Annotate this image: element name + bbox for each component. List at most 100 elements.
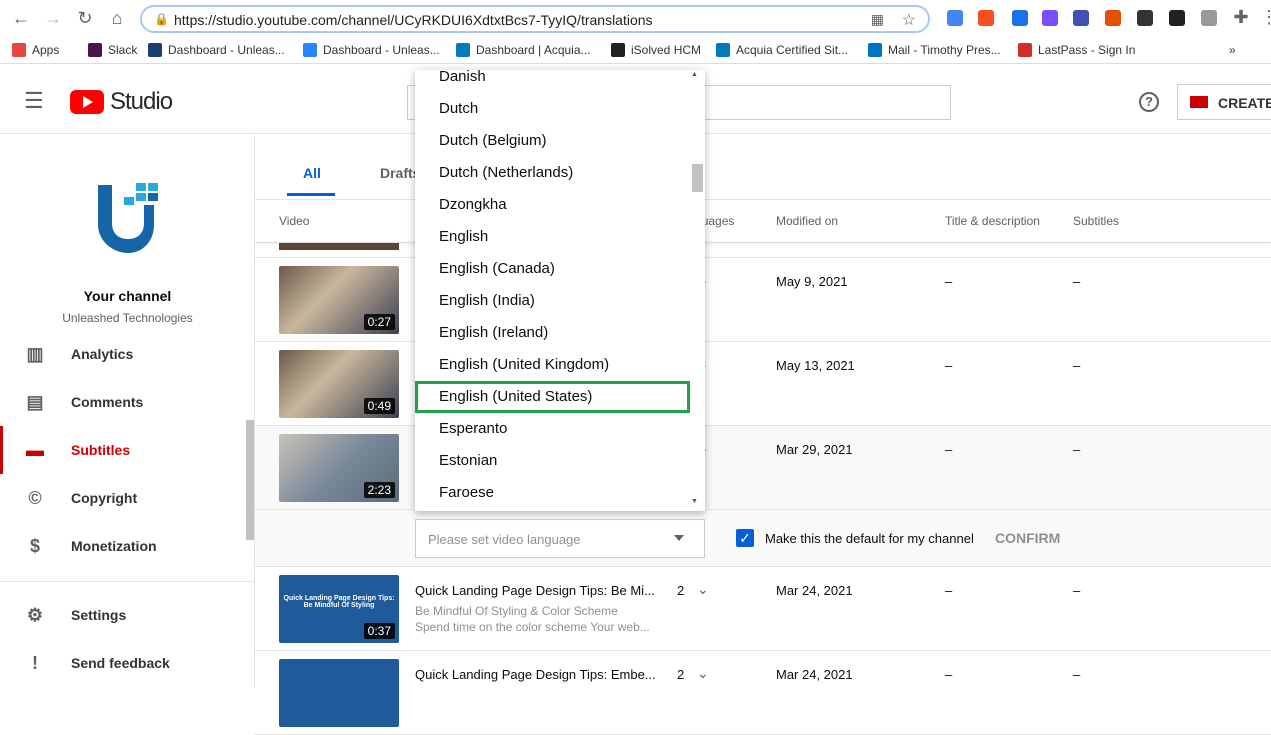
sidebar-item-analytics[interactable]: ▥ Analytics [0,330,255,378]
video-description: Be Mindful Of Styling & Color Scheme [415,604,618,618]
column-modified[interactable]: Modified on [776,214,838,228]
hamburger-icon[interactable]: ☰ [24,88,44,114]
extension-icon[interactable] [1012,10,1028,26]
language-option[interactable]: Esperanto [415,413,690,445]
menu-icon[interactable]: ⋮ [1258,7,1271,28]
bookmark-favicon-icon [1018,43,1032,57]
language-option[interactable]: Dutch [415,93,690,125]
bookmark-favicon-icon [88,43,102,57]
help-icon[interactable]: ? [1139,92,1159,112]
channel-name: Unleashed Technologies [62,311,193,325]
language-option[interactable]: English (India) [415,285,690,317]
bookmark-item[interactable]: Dashboard - Unleas... [303,43,440,57]
default-channel-checkbox[interactable]: ✓ [736,529,754,547]
sidebar-scrollbar[interactable] [246,420,254,540]
dropdown-arrow-icon [674,535,684,541]
language-dropdown: Danish Dutch Dutch (Belgium) Dutch (Netherl… [415,70,705,511]
extension-icon[interactable] [1042,10,1058,26]
language-option[interactable]: English (Ireland) [415,317,690,349]
modified-date: Mar 24, 2021 [776,667,853,682]
tab-all[interactable]: All [303,165,321,181]
subtitles-status: – [1073,274,1081,289]
sidebar-item-copyright[interactable]: © Copyright [0,474,255,522]
bookmark-favicon-icon [611,43,625,57]
video-language-select[interactable]: Please set video language [415,519,705,558]
extension-icon[interactable] [947,10,963,26]
language-option[interactable]: Dzongkha [415,189,690,221]
video-thumbnail[interactable]: 0:27 [279,266,399,334]
bookmark-item[interactable]: Dashboard - Unleas... [148,43,285,57]
video-thumbnail[interactable]: 0:49 [279,350,399,418]
bookmark-item[interactable]: Apps [12,43,59,57]
table-row[interactable]: 0:27⌄May 9, 2021–– [255,258,1271,342]
tab-indicator [287,193,335,196]
extension-icon[interactable] [1105,10,1121,26]
bookmarks-overflow-button[interactable]: » [1229,43,1236,57]
bookmark-item[interactable]: Mail - Timothy Pres... [868,43,1001,57]
table-row[interactable]: 2:23⌄Mar 29, 2021–– [255,426,1271,510]
language-option[interactable]: Estonian [415,445,690,477]
video-title[interactable]: Quick Landing Page Design Tips: Be Mi... [415,583,655,598]
bookmark-favicon-icon [12,43,26,57]
channel-title: Your channel [83,288,172,304]
scrollbar-thumb[interactable] [692,164,703,192]
video-thumbnail[interactable]: Quick Landing Page Design Tips: Be Mindf… [279,575,399,643]
reload-icon[interactable]: ↻ [74,8,96,29]
sidebar: Your channel Unleashed Technologies ▥ Ana… [0,135,255,688]
chevron-down-icon[interactable]: ⌄ [697,581,709,598]
video-thumbnail[interactable] [279,243,399,250]
channel-avatar[interactable] [96,181,162,255]
title-description-status: – [945,667,953,682]
language-option[interactable]: Dutch (Belgium) [415,125,690,157]
bookmark-favicon-icon [303,43,317,57]
table-row[interactable]: Quick Landing Page Design Tips: Be Mindf… [255,567,1271,651]
sidebar-item-send-feedback[interactable]: ! Send feedback [0,639,255,687]
puzzle-icon[interactable]: ✚ [1230,7,1252,28]
back-icon[interactable]: ← [10,8,32,29]
video-description: Spend time on the color scheme Your web.… [415,620,650,634]
home-icon[interactable]: ⌂ [106,8,128,29]
modified-date: Mar 29, 2021 [776,442,853,457]
qr-icon[interactable]: ▦ [871,11,884,28]
gear-icon: ⚙ [26,605,44,625]
create-button[interactable]: CREATE [1177,84,1271,120]
language-option[interactable]: Faroese [415,477,690,509]
camera-icon[interactable] [1201,10,1217,26]
video-title[interactable]: Quick Landing Page Design Tips: Embe... [415,667,656,682]
confirm-button[interactable]: CONFIRM [995,530,1060,546]
language-option[interactable]: English (United Kingdom) [415,349,690,381]
sidebar-item-comments[interactable]: ▤ Comments [0,378,255,426]
title-description-status: – [945,358,953,373]
bookmark-item[interactable]: iSolved HCM [611,43,701,57]
language-option[interactable]: Danish [415,70,690,93]
address-bar[interactable]: 🔒 https://studio.youtube.com/channel/UCy… [140,5,930,33]
bookmark-favicon-icon [716,43,730,57]
youtube-logo-icon[interactable] [70,90,104,114]
lock-icon: 🔒 [154,12,169,26]
extension-icon[interactable] [978,10,994,26]
extension-icon[interactable] [1169,10,1185,26]
table-row[interactable]: 0:49⌄May 13, 2021–– [255,342,1271,426]
forward-icon[interactable]: → [42,8,64,29]
subtitles-status: – [1073,358,1081,373]
dropdown-scrollbar[interactable]: ▲ ▼ [690,70,705,511]
language-option[interactable]: English (Canada) [415,253,690,285]
language-option[interactable]: English (United States) [415,381,690,413]
bookmark-item[interactable]: Slack [88,43,137,57]
table-row[interactable]: Quick Landing Page Design Tips: Embe... 2… [255,651,1271,735]
star-icon[interactable]: ☆ [902,10,916,30]
video-thumbnail[interactable]: 2:23 [279,434,399,502]
bookmark-item[interactable]: Dashboard | Acquia... [456,43,591,57]
sidebar-item-subtitles[interactable]: ▬ Subtitles [0,426,255,474]
sidebar-item-settings[interactable]: ⚙ Settings [0,591,255,639]
analytics-icon: ▥ [26,344,44,364]
bookmark-item[interactable]: LastPass - Sign In [1018,43,1135,57]
video-thumbnail[interactable] [279,659,399,727]
extension-icon[interactable] [1073,10,1089,26]
bookmark-item[interactable]: Acquia Certified Sit... [716,43,848,57]
chevron-down-icon[interactable]: ⌄ [697,665,709,682]
extension-icon[interactable] [1137,10,1153,26]
language-option[interactable]: Dutch (Netherlands) [415,157,690,189]
language-option[interactable]: English [415,221,690,253]
sidebar-item-monetization[interactable]: $ Monetization [0,522,255,570]
